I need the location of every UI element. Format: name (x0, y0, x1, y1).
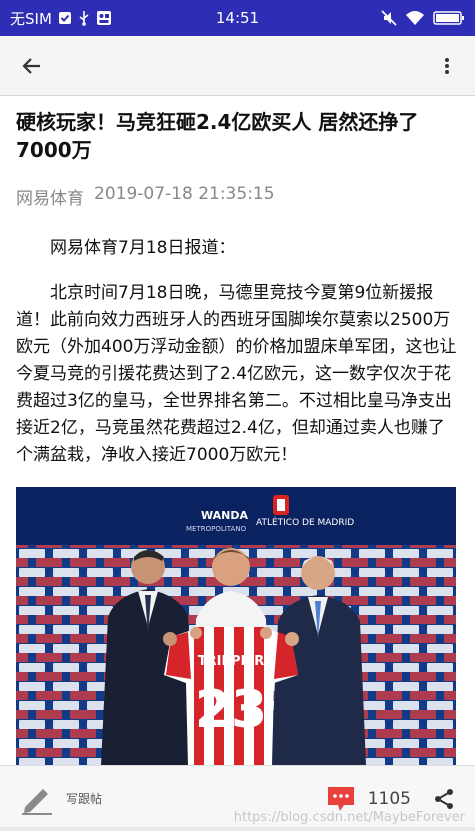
press-photo-illustration: WANDA METROPOLITANO ATLÉTICO DE MADRID T… (16, 487, 456, 765)
pencil-icon (20, 783, 54, 815)
article-paragraph: 网易体育7月18日报道： (50, 238, 236, 258)
backdrop-brand-2: METROPOLITANO (186, 525, 247, 533)
article-source: 网易体育 (16, 189, 84, 209)
article-datetime: 2019-07-18 21:35:15 (94, 184, 275, 204)
write-comment-label: 写跟帖 (66, 792, 103, 806)
share-icon[interactable] (433, 788, 455, 810)
article-photo[interactable]: WANDA METROPOLITANO ATLÉTICO DE MADRID T… (16, 487, 456, 765)
article-meta: 网易体育 2019-07-18 21:35:15 (16, 184, 459, 209)
more-options-icon[interactable] (435, 50, 459, 82)
status-bar: 无SIM 14:51 (0, 0, 475, 36)
mute-icon (381, 10, 397, 26)
back-arrow-icon[interactable] (16, 50, 48, 82)
backdrop-brand-3: ATLÉTICO DE MADRID (256, 516, 354, 528)
article-paragraph: 北京时间7月18日晚，马德里竞技今夏第9位新援报道！此前向效力西班牙人的西班牙国… (16, 283, 457, 465)
app-bar (0, 36, 475, 96)
comment-count[interactable]: 1105 (368, 789, 411, 809)
article-content: 硬核玩家！马竞狂砸2.4亿欧买人 居然还挣了7000万 网易体育 2019-07… (0, 96, 475, 469)
app-notification-icon (96, 10, 112, 26)
checkbox-notification-icon (58, 11, 72, 25)
backdrop-brand-1: WANDA (201, 509, 248, 522)
comment-group: 1105 (326, 785, 455, 813)
watermark: https://blog.csdn.net/MaybeForever (233, 810, 465, 825)
carrier-label: 无SIM (10, 9, 52, 28)
jersey-name: TRIPPIER (198, 654, 265, 669)
status-right (381, 10, 465, 26)
wifi-icon (405, 10, 425, 26)
battery-icon (433, 10, 465, 26)
status-left: 无SIM (10, 8, 190, 29)
home-indicator (0, 827, 475, 831)
jersey-number: 23 (195, 680, 267, 740)
bottom-bar: 写跟帖 1105 https://blog.csdn.net/MaybeFore… (0, 765, 475, 831)
comment-bubble-icon[interactable] (326, 785, 356, 813)
usb-icon (78, 10, 90, 26)
article-title: 硬核玩家！马竞狂砸2.4亿欧买人 居然还挣了7000万 (16, 110, 419, 162)
write-comment-button[interactable]: 写跟帖 (20, 783, 102, 815)
